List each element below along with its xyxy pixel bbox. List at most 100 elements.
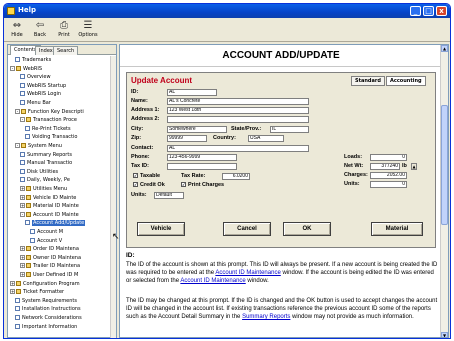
collapse-icon[interactable]: - — [15, 108, 20, 114]
account-id-maintenance-link-2[interactable]: Account ID Maintenance — [180, 278, 245, 284]
tab-search[interactable]: Search — [53, 46, 79, 55]
tree-item-label: Function Key Descripti — [28, 108, 84, 115]
back-button[interactable]: ⇦ Back — [30, 20, 50, 41]
tree-item[interactable]: + Utilities Menu — [20, 186, 67, 193]
tree-item-label: Account V — [37, 237, 63, 244]
title-bar[interactable]: Help _ □ x — [4, 4, 450, 18]
back-icon: ⇦ — [35, 20, 45, 31]
expand-icon[interactable]: + — [20, 194, 25, 200]
tab-accounting: Accounting — [386, 76, 426, 86]
scroll-down-icon[interactable]: ▼ — [441, 332, 448, 337]
tree-item[interactable]: WebRIS Login — [20, 91, 61, 98]
page-icon — [25, 134, 30, 140]
tree-item[interactable]: System Requirements — [15, 297, 77, 305]
expand-icon[interactable]: + — [20, 263, 25, 269]
tree-item[interactable]: Menu Bar — [20, 100, 51, 107]
tree-item[interactable]: Installation Instructions — [15, 306, 81, 313]
tree-item-label: Manual Transactio — [27, 160, 73, 167]
page-icon — [20, 160, 25, 166]
tree-item-label: Ticket Formatter — [23, 289, 65, 296]
scroll-up-icon[interactable]: ▲ — [441, 45, 448, 52]
tree-item[interactable]: Network Considerations — [15, 315, 82, 322]
tree-item-label: Vehicle ID Mainte — [33, 194, 77, 201]
nav-scrollbar[interactable] — [110, 56, 116, 338]
tree-item[interactable]: Important Information — [15, 323, 77, 331]
phone-field: 123-456-9999 — [167, 154, 237, 161]
close-button[interactable]: x — [436, 6, 447, 16]
book-icon — [26, 272, 31, 277]
tree-item[interactable]: Account Add/Update — [25, 220, 86, 227]
material-button: Material — [371, 222, 423, 236]
tree-item-label: System Requirements — [22, 297, 77, 304]
tree-item[interactable]: Overview — [20, 74, 51, 81]
paragraph-2: The ID may be changed at this prompt. If… — [126, 297, 438, 321]
tree-item[interactable]: - Transaction Proce — [20, 117, 77, 124]
credit-ok-label: Credit Ok — [140, 182, 165, 188]
collapse-icon[interactable]: - — [20, 211, 25, 217]
tree-item-label: Disk Utilities — [27, 168, 59, 175]
hide-button[interactable]: ⇔ Hide — [7, 20, 27, 41]
account-id-maintenance-link[interactable]: Account ID Maintenance — [215, 270, 280, 276]
print-button[interactable]: ⎙ Print — [54, 20, 74, 41]
collapse-icon[interactable]: - — [15, 143, 20, 148]
maximize-button[interactable]: □ — [423, 6, 434, 16]
tree-item[interactable]: Disk Utilities — [20, 168, 59, 176]
tree-item[interactable]: + Owner ID Maintena — [20, 254, 81, 262]
check-icon: ✓ — [133, 173, 138, 179]
collapse-icon[interactable]: - — [20, 117, 25, 123]
tree-item[interactable]: + Vehicle ID Mainte — [20, 194, 77, 202]
tree-item[interactable]: Account V — [30, 237, 63, 245]
hide-icon: ⇔ — [12, 20, 22, 31]
options-button[interactable]: ☰ Options — [78, 20, 98, 41]
tree-item[interactable]: + Configuration Program — [10, 280, 80, 288]
tree-item-label: Overview — [27, 74, 51, 81]
netwt-unit: lb — [402, 163, 407, 169]
tree-item[interactable]: + Ticket Formatter — [10, 289, 64, 296]
minimize-button[interactable]: _ — [410, 6, 421, 16]
city-field: Somewhere — [167, 126, 227, 133]
vehicle-button: Vehicle — [137, 222, 185, 236]
units2-label: Units: — [344, 181, 360, 187]
tree-item[interactable]: + Material ID Mainte — [20, 203, 79, 210]
expand-icon[interactable]: + — [20, 203, 25, 209]
tree-item[interactable]: - System Menu — [15, 143, 62, 150]
expand-icon[interactable]: + — [20, 246, 25, 252]
page-icon — [30, 237, 35, 243]
tree-item[interactable]: - WebRIS — [10, 65, 43, 73]
taxid-label: Tax ID: — [131, 163, 149, 169]
tree-item-label: Daily, Weekly, Pe — [27, 177, 70, 184]
expand-icon[interactable]: + — [10, 289, 15, 295]
tree-item[interactable]: + User Defined ID M — [20, 272, 78, 279]
spinner-icon: ▲ — [411, 163, 417, 170]
nav-tabs: Contents Index Search — [8, 45, 116, 55]
taxrate-label: Tax Rate: — [181, 173, 206, 179]
tree-item-label: WebRIS — [23, 65, 43, 72]
tree-item[interactable]: Manual Transactio — [20, 160, 72, 167]
expand-icon[interactable]: + — [20, 272, 25, 277]
tree-item[interactable]: + Order ID Maintena — [20, 246, 79, 253]
netwt-field: 377240 — [370, 163, 400, 170]
tree-item-label: Material ID Mainte — [33, 203, 79, 210]
tree-item[interactable]: Trademarks — [15, 57, 51, 64]
tree-item[interactable]: Daily, Weekly, Pe — [20, 177, 70, 184]
tree-item-label: WebRIS Startup — [27, 82, 67, 89]
scroll-thumb[interactable] — [441, 105, 448, 225]
expand-icon[interactable]: + — [20, 186, 25, 191]
name-field: AL's Concrete — [167, 98, 309, 105]
tree-item[interactable]: - Account ID Mainte — [20, 211, 79, 219]
tree-item[interactable]: Re-Print Tickets — [25, 125, 71, 133]
expand-icon[interactable]: + — [10, 280, 15, 286]
help-window: Help _ □ x ⇔ Hide ⇦ Back ⎙ Print ☰ Optio… — [3, 3, 451, 339]
collapse-icon[interactable]: - — [10, 65, 15, 71]
tree-item[interactable]: + Trailer ID Maintena — [20, 263, 80, 270]
expand-icon[interactable]: + — [20, 254, 25, 260]
tree-item[interactable]: WebRIS Startup — [20, 82, 67, 90]
print-charges-checkbox: ✓ Print Charges — [181, 182, 224, 188]
tree-item[interactable]: - Function Key Descripti — [15, 108, 84, 116]
tree-item[interactable]: Voiding Transactio — [25, 134, 77, 141]
content-scrollbar[interactable]: ▲ ▼ — [440, 45, 448, 337]
summary-reports-link[interactable]: Summary Reports — [242, 314, 290, 320]
check-icon: ✓ — [181, 182, 186, 188]
tree-item[interactable]: Summary Reports — [20, 151, 72, 159]
tree-item[interactable]: Account M — [30, 229, 63, 236]
